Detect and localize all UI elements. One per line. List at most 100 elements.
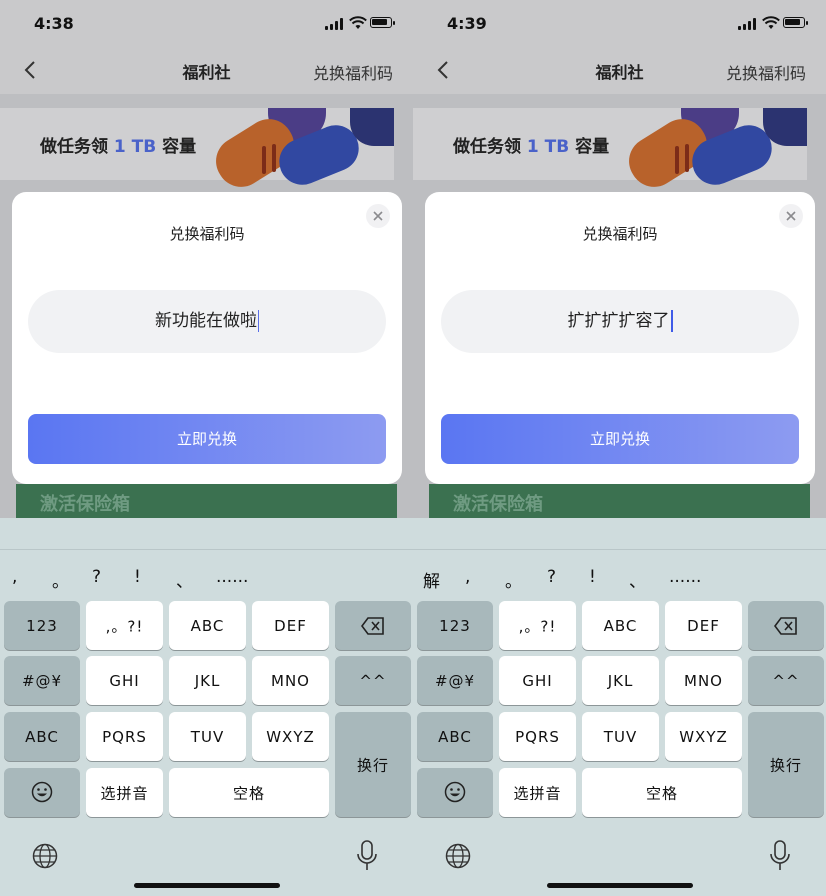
candidate-item[interactable]: ! (589, 567, 596, 587)
key-space[interactable]: 空格 (169, 768, 329, 817)
status-bar: 4:39 (413, 0, 826, 48)
key-ghi[interactable]: GHI (499, 656, 576, 705)
redeem-now-button[interactable]: 立即兑换 (28, 414, 386, 464)
input-value: 扩扩扩扩容了 (567, 311, 670, 331)
home-indicator[interactable] (134, 883, 280, 888)
emoji-key[interactable] (417, 768, 493, 817)
key-wxyz[interactable]: WXYZ (665, 712, 742, 761)
key-abc-switch[interactable]: ABC (4, 712, 80, 761)
key-pinyin[interactable]: 选拼音 (499, 768, 576, 817)
phone-screen-left: 4:38 福利社 兑换福利码 做任务领 1 TB 容量 激活保险箱 兑换福利码 (0, 0, 413, 896)
key-space[interactable]: 空格 (582, 768, 742, 817)
candidate-item[interactable]: ...... (216, 567, 248, 587)
banner-text: 做任务领 1 TB 容量 (453, 137, 610, 157)
status-time: 4:39 (447, 14, 487, 33)
key-jkl[interactable]: JKL (169, 656, 246, 705)
candidate-bar: 解 , 。 ? ! 、 ...... (413, 567, 826, 593)
redeem-code-input[interactable]: 扩扩扩扩容了 (441, 290, 799, 353)
candidate-item[interactable]: ? (547, 567, 556, 587)
key-123[interactable]: 123 (417, 601, 493, 650)
banner-illustration (685, 144, 689, 172)
close-button[interactable] (779, 204, 803, 228)
key-punctuation[interactable]: ,。?! (499, 601, 576, 650)
status-bar: 4:38 (0, 0, 413, 48)
banner-illustration (262, 146, 266, 174)
input-value: 新功能在做啦 (155, 311, 257, 331)
redeem-dialog: 兑换福利码 扩扩扩扩容了 立即兑换 (425, 192, 815, 484)
wifi-icon (349, 16, 367, 29)
vault-card: 激活保险箱 (16, 484, 397, 518)
key-pqrs[interactable]: PQRS (86, 712, 163, 761)
close-icon (373, 211, 383, 221)
key-abc-switch[interactable]: ABC (417, 712, 493, 761)
key-tuv[interactable]: TUV (582, 712, 659, 761)
key-123[interactable]: 123 (4, 601, 80, 650)
candidate-bar: , 。 ? ! 、 ...... (0, 567, 413, 593)
banner-illustration (675, 146, 679, 174)
candidate-item[interactable]: 。 (52, 567, 69, 592)
emoji-key[interactable] (4, 768, 80, 817)
candidate-item[interactable]: ...... (669, 567, 701, 587)
candidate-item[interactable]: ? (92, 567, 101, 587)
key-symbols[interactable]: #@¥ (4, 656, 80, 705)
globe-icon[interactable] (445, 843, 471, 869)
key-mno[interactable]: MNO (665, 656, 742, 705)
globe-icon[interactable] (32, 843, 58, 869)
candidate-item[interactable]: 。 (505, 567, 522, 592)
screens: 4:38 福利社 兑换福利码 做任务领 1 TB 容量 激活保险箱 兑换福利码 (0, 0, 826, 896)
nav-bar: 福利社 兑换福利码 (413, 48, 826, 94)
backspace-icon (361, 617, 384, 635)
key-pinyin[interactable]: 选拼音 (86, 768, 163, 817)
key-def[interactable]: DEF (665, 601, 742, 650)
home-indicator[interactable] (547, 883, 693, 888)
microphone-icon[interactable] (769, 840, 791, 872)
key-jkl[interactable]: JKL (582, 656, 659, 705)
candidate-item[interactable]: 解 (423, 567, 440, 592)
key-mno[interactable]: MNO (252, 656, 329, 705)
signal-icon (325, 18, 345, 30)
key-tuv[interactable]: TUV (169, 712, 246, 761)
vault-card: 激活保险箱 (429, 484, 810, 518)
candidate-item[interactable]: 、 (629, 567, 646, 592)
key-enter[interactable]: 换行 (335, 712, 411, 817)
microphone-icon[interactable] (356, 840, 378, 872)
key-abc[interactable]: ABC (582, 601, 659, 650)
battery-icon (783, 17, 808, 28)
battery-icon (370, 17, 395, 28)
vault-card-title: 激活保险箱 (453, 494, 543, 515)
candidate-item[interactable]: ! (134, 567, 141, 587)
dialog-title: 兑换福利码 (582, 225, 658, 243)
redeem-now-button[interactable]: 立即兑换 (441, 414, 799, 464)
backspace-key[interactable] (748, 601, 824, 650)
key-caps[interactable]: ^^ (335, 656, 411, 705)
dialog-title: 兑换福利码 (169, 225, 245, 243)
signal-icon (738, 18, 758, 30)
key-pqrs[interactable]: PQRS (499, 712, 576, 761)
candidate-item[interactable]: , (12, 567, 17, 587)
wifi-icon (762, 16, 780, 29)
key-caps[interactable]: ^^ (748, 656, 824, 705)
key-enter[interactable]: 换行 (748, 712, 824, 817)
backspace-icon (774, 617, 797, 635)
key-symbols[interactable]: #@¥ (417, 656, 493, 705)
nav-bar: 福利社 兑换福利码 (0, 48, 413, 94)
divider (0, 549, 413, 550)
text-caret (670, 310, 673, 332)
backspace-key[interactable] (335, 601, 411, 650)
emoji-icon (444, 781, 466, 803)
text-caret (258, 310, 259, 332)
key-def[interactable]: DEF (252, 601, 329, 650)
close-icon (786, 211, 796, 221)
redeem-code-link[interactable]: 兑换福利码 (313, 60, 393, 84)
banner-text: 做任务领 1 TB 容量 (40, 137, 197, 157)
key-wxyz[interactable]: WXYZ (252, 712, 329, 761)
key-punctuation[interactable]: ,。?! (86, 601, 163, 650)
candidate-item[interactable]: , (465, 567, 470, 587)
close-button[interactable] (366, 204, 390, 228)
redeem-code-link[interactable]: 兑换福利码 (726, 60, 806, 84)
key-ghi[interactable]: GHI (86, 656, 163, 705)
redeem-code-input[interactable]: 新功能在做啦 (28, 290, 386, 353)
candidate-item[interactable]: 、 (176, 567, 193, 592)
redeem-dialog: 兑换福利码 新功能在做啦 立即兑换 (12, 192, 402, 484)
key-abc[interactable]: ABC (169, 601, 246, 650)
